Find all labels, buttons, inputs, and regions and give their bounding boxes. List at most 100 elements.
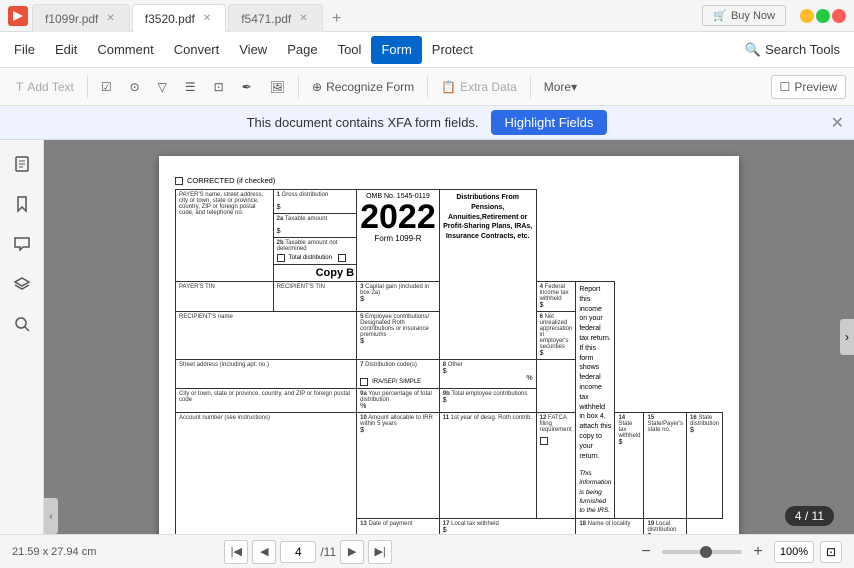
- close-button[interactable]: [832, 9, 846, 23]
- tab-close-f3520[interactable]: ✕: [201, 11, 213, 26]
- copy-b-label: Copy B: [276, 267, 355, 279]
- box8-cell: 8 Other $ %: [439, 360, 536, 389]
- add-tab-button[interactable]: +: [325, 7, 349, 31]
- recognize-form-button[interactable]: ⊕ Recognize Form: [304, 73, 422, 101]
- fatca-checkbox[interactable]: [540, 437, 548, 445]
- tab-f3520[interactable]: f3520.pdf ✕: [132, 4, 226, 32]
- highlight-fields-button[interactable]: Highlight Fields: [491, 110, 608, 135]
- menu-page[interactable]: Page: [277, 36, 327, 64]
- page-total-label: /11: [320, 545, 336, 559]
- box4-label: 4 Federal income tax withheld: [540, 284, 573, 302]
- status-bar: 21.59 x 27.94 cm |◀ ◀ /11 ▶ ▶| − + ⊡: [0, 534, 854, 568]
- box2b-label: 2b Taxable amount not determined: [277, 240, 354, 252]
- maximize-button[interactable]: [816, 9, 830, 23]
- buy-now-button[interactable]: 🛒 Buy Now: [702, 5, 786, 26]
- fit-page-button[interactable]: ⊡: [820, 541, 842, 563]
- form-year: 2022: [360, 200, 436, 234]
- panel-search-icon[interactable]: [6, 308, 38, 340]
- tab-label: f1099r.pdf: [45, 12, 98, 26]
- box9b-cell: 9b Total employee contributions $: [439, 389, 536, 413]
- box10-label: 10 Amount allocable to IRR within 5 year…: [360, 415, 436, 427]
- tab-label: f5471.pdf: [241, 12, 291, 26]
- panel-pages-icon[interactable]: [6, 148, 38, 180]
- dropdown-tool-button[interactable]: ▽: [150, 73, 175, 101]
- app-icon: [8, 6, 28, 26]
- copy-b-text-cell: Report this income on your federal tax r…: [576, 282, 615, 519]
- box9b-label: 9b Total employee contributions: [443, 391, 533, 397]
- add-text-button[interactable]: T Add Text: [8, 73, 82, 101]
- box15-cell: 15 State/Payer's state no.: [644, 413, 687, 519]
- radio-tool-button[interactable]: ⊙: [122, 73, 148, 101]
- page-navigation: |◀ ◀ /11 ▶ ▶|: [224, 540, 392, 564]
- page-count-badge: 4 / 11: [785, 506, 834, 526]
- total-dist-checkbox[interactable]: [277, 254, 285, 262]
- ira-sep-checkbox[interactable]: [360, 378, 368, 386]
- zoom-out-button[interactable]: −: [636, 542, 656, 562]
- preview-button[interactable]: ☐ Preview: [771, 75, 846, 99]
- menu-tool[interactable]: Tool: [328, 36, 372, 64]
- minimize-button[interactable]: [800, 9, 814, 23]
- corrected-checkbox[interactable]: [175, 177, 183, 185]
- prev-page-button[interactable]: ◀: [252, 540, 276, 564]
- notification-bar: This document contains XFA form fields. …: [0, 106, 854, 140]
- list-tool-button[interactable]: ☰: [177, 73, 204, 101]
- tab-f1099r[interactable]: f1099r.pdf ✕: [32, 4, 130, 32]
- zoom-in-button[interactable]: +: [748, 542, 768, 562]
- menu-form[interactable]: Form: [371, 36, 421, 64]
- omb-year-cell: OMB No. 1545-0119 2022 Form 1099-R: [357, 190, 440, 282]
- distributions-title-cell: Distributions From Pensions, Annuities,R…: [439, 190, 536, 360]
- window-controls: [800, 9, 846, 23]
- page-number-input[interactable]: [280, 541, 316, 563]
- checkbox-tool-button[interactable]: ☑: [93, 73, 120, 101]
- city-state-cell: City or town, state or province, country…: [176, 389, 357, 413]
- tab-close-f1099r[interactable]: ✕: [104, 11, 116, 26]
- pdf-viewer[interactable]: CORRECTED (if checked) PAYER'S name, str…: [58, 140, 840, 534]
- first-page-button[interactable]: |◀: [224, 540, 248, 564]
- preview-checkbox: ☐: [780, 80, 791, 94]
- box14-label: 14 State tax withheld: [618, 415, 640, 439]
- box10-cell: 10 Amount allocable to IRR within 5 year…: [357, 413, 440, 519]
- box4-cell: 4 Federal income tax withheld $: [536, 282, 576, 312]
- left-collapse-arrow[interactable]: ‹: [44, 498, 58, 534]
- city-state-label: City or town, state or province, country…: [179, 391, 353, 403]
- box2b-checkbox[interactable]: [338, 254, 346, 262]
- zoom-slider[interactable]: [662, 550, 742, 554]
- tab-f5471[interactable]: f5471.pdf ✕: [228, 4, 322, 32]
- box11-label: 11 1st year of desig. Roth contrib.: [443, 415, 533, 421]
- sign-tool-button[interactable]: ✒: [234, 73, 260, 101]
- zoom-slider-thumb: [700, 546, 712, 558]
- notification-close-button[interactable]: ✕: [831, 113, 844, 133]
- tab-close-f5471[interactable]: ✕: [297, 11, 309, 26]
- menu-file[interactable]: File: [4, 36, 45, 64]
- corrected-row: CORRECTED (if checked): [175, 176, 723, 185]
- more-button[interactable]: More▾: [536, 73, 585, 101]
- last-page-button[interactable]: ▶|: [368, 540, 392, 564]
- right-collapse-arrow[interactable]: ›: [840, 319, 854, 355]
- search-icon: 🔍: [745, 42, 761, 58]
- menu-convert[interactable]: Convert: [164, 36, 230, 64]
- box2a-label: 2a Taxable amount: [277, 216, 354, 222]
- menu-protect[interactable]: Protect: [422, 36, 483, 64]
- box11-cell: 11 1st year of desig. Roth contrib.: [439, 413, 536, 519]
- toolbar-separator-2: [298, 76, 299, 98]
- recognize-label: Recognize Form: [326, 80, 414, 94]
- search-tools-button[interactable]: 🔍 Search Tools: [735, 38, 850, 62]
- menu-comment[interactable]: Comment: [87, 36, 163, 64]
- menu-edit[interactable]: Edit: [45, 36, 87, 64]
- payer-tin-cell: PAYER'S TIN: [176, 282, 274, 312]
- panel-comments-icon[interactable]: [6, 228, 38, 260]
- box6-cell: 6 Net unrealized appreciation in employe…: [536, 312, 576, 360]
- cart-icon: 🛒: [713, 9, 727, 22]
- box12-label: 12 FATCA filing requirement: [540, 415, 573, 433]
- panel-layers-icon[interactable]: [6, 268, 38, 300]
- menu-right: 🔍 Search Tools: [735, 38, 850, 62]
- field-tool-button[interactable]: ⊡: [206, 73, 232, 101]
- panel-bookmarks-icon[interactable]: [6, 188, 38, 220]
- box19-label: 19 Local distribution: [647, 521, 683, 533]
- extra-data-button[interactable]: 📋 Extra Data: [433, 73, 525, 101]
- next-page-button[interactable]: ▶: [340, 540, 364, 564]
- image-tool-button[interactable]: 🖼: [262, 73, 293, 101]
- menu-view[interactable]: View: [229, 36, 277, 64]
- box13-cell: 13 Date of payment: [357, 518, 440, 534]
- zoom-level-input[interactable]: [774, 541, 814, 563]
